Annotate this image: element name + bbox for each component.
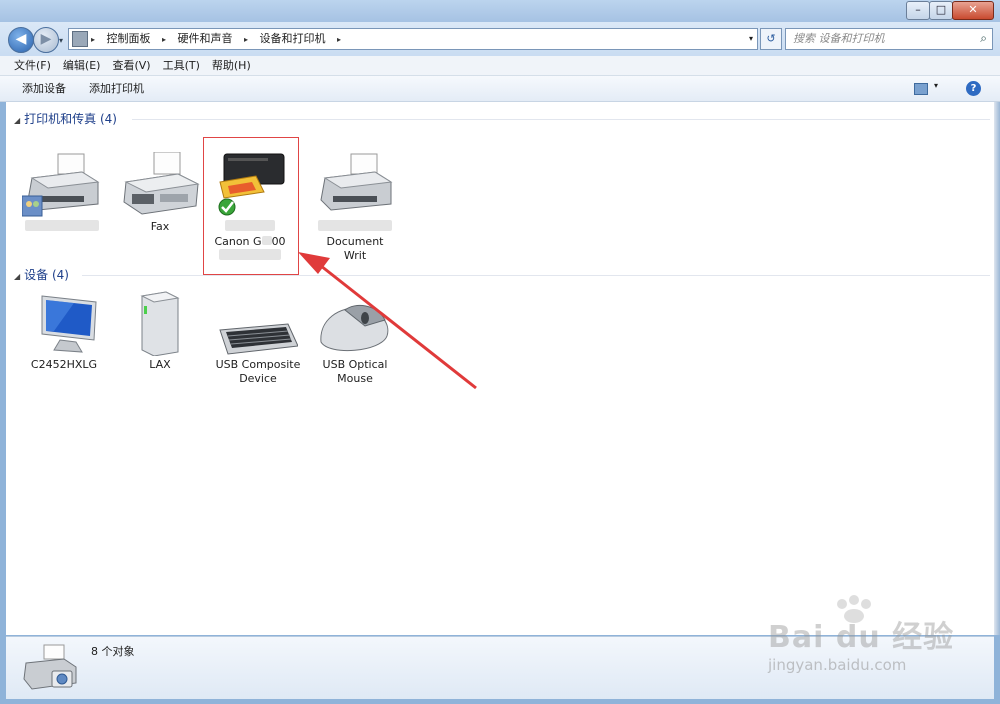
group-divider <box>82 275 990 276</box>
printer-camera-icon <box>22 643 78 696</box>
breadcrumb: ▸ 控制面板 ▸ 硬件和声音 ▸ 设备和打印机 ▸ <box>91 29 349 49</box>
close-button[interactable]: ✕ <box>952 1 994 20</box>
breadcrumb-separator[interactable]: ▸ <box>244 35 248 44</box>
printer-icon <box>21 152 102 218</box>
window-border <box>994 102 1000 635</box>
device-label: Fax <box>150 220 170 233</box>
group-divider <box>132 119 990 120</box>
printer-icon <box>315 152 395 218</box>
group-title: 打印机和传真 (4) <box>24 112 117 126</box>
watermark-brand: Bai du 经验 <box>768 620 955 655</box>
change-view-icon[interactable] <box>914 83 928 95</box>
back-button[interactable]: ◀ <box>8 27 34 53</box>
fax-icon <box>120 151 200 218</box>
view-options-dropdown[interactable]: ▾ <box>934 81 938 90</box>
device-list: ◢ 打印机和传真 (4) Fax Canon G 00 Document Wri… <box>6 102 994 635</box>
address-bar[interactable]: ▸ 控制面板 ▸ 硬件和声音 ▸ 设备和打印机 ▸ ▾ <box>68 28 758 50</box>
device-label: Canon G 00 <box>214 235 286 248</box>
collapse-icon[interactable]: ◢ <box>14 116 20 125</box>
printer-icon <box>210 152 290 218</box>
search-icon[interactable]: ⌕ <box>980 31 987 46</box>
forward-button[interactable]: ▶ <box>33 27 59 53</box>
title-bar: – □ ✕ <box>0 0 1000 22</box>
add-printer-button[interactable]: 添加打印机 <box>89 76 144 101</box>
search-input[interactable]: 搜索 设备和打印机 ⌕ <box>785 28 993 50</box>
breadcrumb-separator[interactable]: ▸ <box>91 35 95 44</box>
device-item[interactable]: Fax <box>114 151 206 234</box>
item-count: 8 个对象 <box>91 645 135 658</box>
mouse-icon <box>315 290 395 356</box>
refresh-button[interactable]: ↺ <box>760 28 782 50</box>
device-label: Document <box>326 235 384 248</box>
breadcrumb-hardware-sound[interactable]: 硬件和声音 <box>178 32 233 45</box>
computer-tower-icon <box>120 290 200 357</box>
device-label: Device <box>239 372 277 385</box>
group-header-printers[interactable]: ◢ 打印机和传真 (4) <box>14 110 117 127</box>
search-placeholder: 搜索 设备和打印机 <box>793 32 885 45</box>
device-item[interactable] <box>16 152 108 235</box>
command-bar: 添加设备 添加打印机 ▾ ? <box>0 76 1000 102</box>
add-device-button[interactable]: 添加设备 <box>22 76 66 101</box>
device-item[interactable]: C2452HXLG <box>18 290 110 372</box>
device-item[interactable]: USB Optical Mouse <box>309 290 401 386</box>
menu-edit[interactable]: 编辑(E) <box>57 56 107 75</box>
device-label <box>16 220 108 235</box>
menu-view[interactable]: 查看(V) <box>106 56 156 75</box>
minimize-button[interactable]: – <box>906 1 930 20</box>
help-icon[interactable]: ? <box>966 81 981 96</box>
device-label: USB Composite <box>215 358 301 371</box>
device-item[interactable]: Document Writ <box>309 152 401 263</box>
device-item[interactable]: USB Composite Device <box>212 290 304 386</box>
group-header-devices[interactable]: ◢ 设备 (4) <box>14 266 69 283</box>
navigation-bar: ◀ ▶ ▾ ▸ 控制面板 ▸ 硬件和声音 ▸ 设备和打印机 ▸ ▾ ↺ 搜索 设… <box>0 22 1000 56</box>
control-panel-icon <box>72 31 88 47</box>
device-label <box>204 220 296 235</box>
device-label: Mouse <box>337 372 373 385</box>
group-title: 设备 (4) <box>24 268 69 282</box>
device-label <box>204 249 296 264</box>
window: – □ ✕ ◀ ▶ ▾ ▸ 控制面板 ▸ 硬件和声音 ▸ 设备和打印机 ▸ ▾ … <box>0 0 1000 704</box>
device-item-canon[interactable]: Canon G 00 <box>204 152 296 264</box>
device-label: C2452HXLG <box>30 358 98 371</box>
breadcrumb-separator[interactable]: ▸ <box>162 35 166 44</box>
collapse-icon[interactable]: ◢ <box>14 272 20 281</box>
monitor-icon <box>24 290 104 356</box>
address-dropdown[interactable]: ▾ <box>749 30 753 48</box>
maximize-button[interactable]: □ <box>929 1 953 20</box>
keyboard-icon <box>218 290 299 356</box>
recent-pages-dropdown[interactable]: ▾ <box>59 36 63 45</box>
device-label: USB Optical <box>322 358 388 371</box>
device-label: Writ <box>343 249 367 262</box>
device-label <box>309 220 401 235</box>
breadcrumb-control-panel[interactable]: 控制面板 <box>107 32 151 45</box>
watermark-url: jingyan.baidu.com <box>768 656 907 674</box>
device-item[interactable]: LAX <box>114 290 206 372</box>
menu-help[interactable]: 帮助(H) <box>206 56 257 75</box>
menu-file[interactable]: 文件(F) <box>8 56 57 75</box>
device-label: LAX <box>149 358 171 371</box>
menu-tools[interactable]: 工具(T) <box>157 56 206 75</box>
breadcrumb-devices-printers[interactable]: 设备和打印机 <box>260 32 326 45</box>
menu-bar: 文件(F) 编辑(E) 查看(V) 工具(T) 帮助(H) <box>0 56 1000 76</box>
breadcrumb-separator[interactable]: ▸ <box>337 35 341 44</box>
